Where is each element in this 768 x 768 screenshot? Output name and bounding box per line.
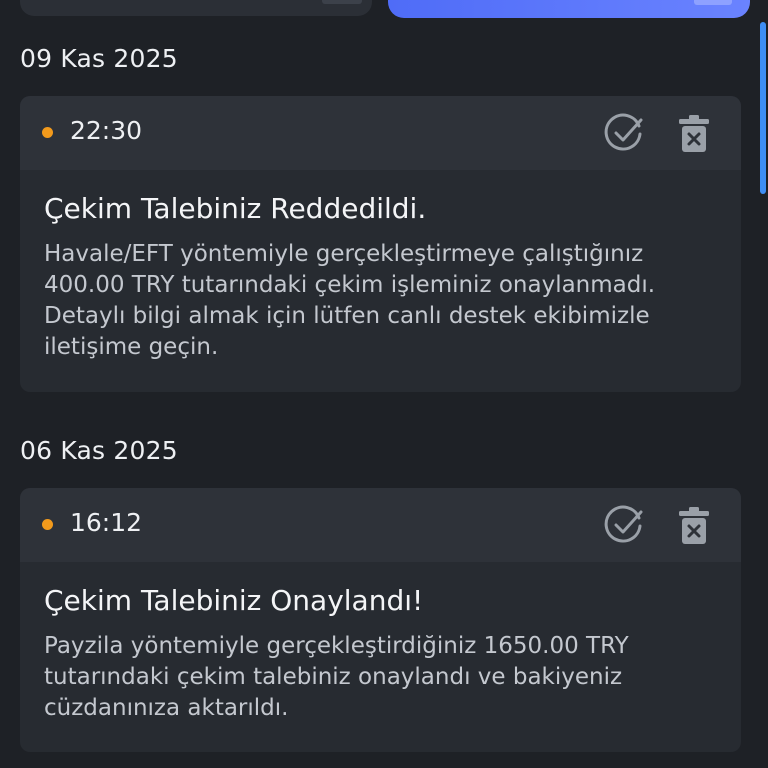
notification-card[interactable]: 22:30 Çekim Talebiniz Reddedildi. Havale… xyxy=(20,96,741,392)
top-left-button-icon xyxy=(322,0,362,4)
notification-time: 16:12 xyxy=(70,508,143,537)
trash-icon[interactable] xyxy=(678,506,710,546)
notifications-page: 09 Kas 2025 22:30 Çekim Talebiniz Redded… xyxy=(0,0,768,768)
check-circle-icon[interactable] xyxy=(603,112,645,154)
date-header: 06 Kas 2025 xyxy=(20,436,178,465)
check-circle-icon[interactable] xyxy=(603,504,645,546)
notification-title: Çekim Talebiniz Reddedildi. xyxy=(44,192,427,225)
notification-card-body: Çekim Talebiniz Onaylandı! Payzila yönte… xyxy=(20,562,741,748)
trash-icon[interactable] xyxy=(678,114,710,154)
top-right-button[interactable] xyxy=(388,0,750,18)
top-right-button-icon xyxy=(694,0,732,5)
notification-message: Havale/EFT yöntemiyle gerçekleştirmeye ç… xyxy=(44,241,656,360)
notification-message: Payzila yöntemiyle gerçekleştirdiğiniz 1… xyxy=(44,633,629,721)
unread-dot xyxy=(42,127,53,138)
top-left-button[interactable] xyxy=(20,0,372,16)
notification-card-body: Çekim Talebiniz Reddedildi. Havale/EFT y… xyxy=(20,170,741,387)
date-header: 09 Kas 2025 xyxy=(20,44,178,73)
scrollbar[interactable] xyxy=(760,22,766,194)
notification-title: Çekim Talebiniz Onaylandı! xyxy=(44,584,424,617)
notification-time: 22:30 xyxy=(70,116,143,145)
notification-card-header: 16:12 xyxy=(20,488,741,562)
notification-card[interactable]: 16:12 Çekim Talebiniz Onaylandı! Payzila… xyxy=(20,488,741,752)
unread-dot xyxy=(42,519,53,530)
notification-card-header: 22:30 xyxy=(20,96,741,170)
